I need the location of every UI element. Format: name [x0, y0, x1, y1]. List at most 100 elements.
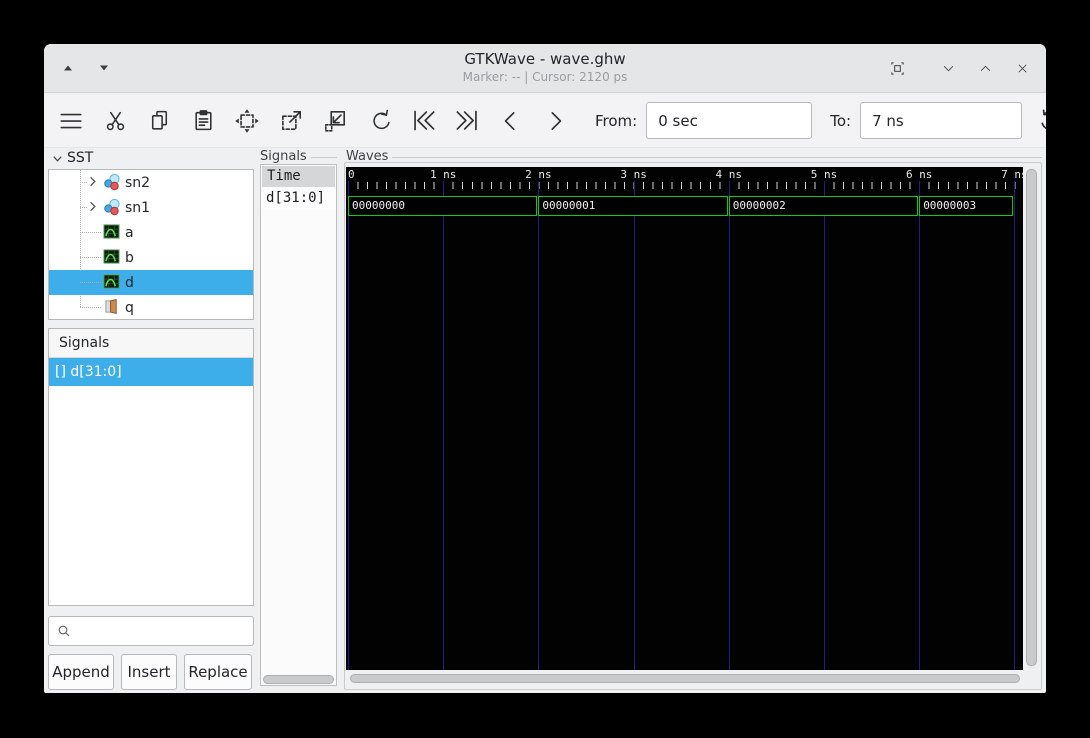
desktop: { "window": { "title": "GTKWave - wave.g…: [0, 0, 1090, 738]
copy-button[interactable]: [137, 100, 181, 142]
timescale-label: 2 ns: [525, 168, 552, 181]
waves-vscrollbar-thumb[interactable]: [1026, 169, 1037, 666]
signals-panel-hscrollbar[interactable]: [263, 675, 334, 684]
timescale-label: 5 ns: [810, 168, 838, 181]
waves-vscrollbar: [1026, 168, 1037, 669]
wave-value-segment: 00000000: [348, 196, 538, 216]
tree-item-sn2[interactable]: sn2: [49, 170, 253, 195]
insert-button[interactable]: Insert: [121, 654, 177, 690]
chevron-right-icon[interactable]: [86, 175, 100, 189]
from-label: From:: [595, 111, 638, 130]
to-input[interactable]: [860, 102, 1023, 139]
undo-button[interactable]: [357, 100, 401, 142]
timescale-gridline: [728, 181, 730, 670]
tree-guide-stub: [80, 307, 101, 308]
step-right-icon: [542, 108, 568, 134]
tree-item-q[interactable]: q: [49, 295, 253, 319]
timescale-gridline: [824, 181, 825, 670]
skip-to-start-button[interactable]: [401, 100, 445, 142]
cut-button[interactable]: [93, 100, 137, 142]
chevron-down-icon: [941, 61, 956, 76]
fit-icon: [889, 60, 906, 77]
signals-list-item[interactable]: [] d[31:0]: [49, 358, 253, 386]
fit-window-button[interactable]: [887, 58, 907, 78]
from-input[interactable]: [646, 102, 813, 139]
gtkwave-window: GTKWave - wave.ghw Marker: -- | Cursor: …: [44, 44, 1046, 693]
search-icon: [56, 623, 72, 639]
zoom-fit-icon: [234, 108, 260, 134]
step-left-icon: [498, 108, 524, 134]
tree-item-label: sn1: [125, 199, 151, 216]
to-label: To:: [830, 111, 852, 130]
wave-value-segment: 00000003: [919, 196, 1014, 216]
timescale-gridline: [1014, 181, 1016, 670]
reload-button[interactable]: [1037, 101, 1046, 141]
zoom-fit-button[interactable]: [225, 100, 269, 142]
tree-item-b[interactable]: b: [49, 245, 253, 270]
zoom-out-button[interactable]: [313, 100, 357, 142]
tree-item-sn1[interactable]: sn1: [49, 195, 253, 220]
append-button[interactable]: Append: [48, 654, 114, 690]
signal-icon: [103, 223, 121, 241]
minimize-button[interactable]: [938, 58, 958, 78]
timescale-label: 4 ns: [715, 168, 743, 181]
timescale-label: 1 ns: [429, 168, 457, 181]
tree-item-label: b: [125, 249, 134, 266]
signal-name-row[interactable]: d[31:0]: [261, 188, 336, 209]
signals-panel-legend-label: Signals: [260, 149, 307, 164]
step-left-button[interactable]: [489, 100, 533, 142]
tree-item-d[interactable]: d: [49, 270, 253, 295]
tree-item-label: d: [125, 274, 134, 291]
close-button[interactable]: [1012, 58, 1032, 78]
cut-icon: [103, 108, 128, 133]
tree-guide-stub: [80, 282, 101, 283]
tree-item-label: a: [125, 224, 134, 241]
skip-to-start-icon: [410, 107, 437, 134]
timescale-label: 3 ns: [620, 168, 647, 181]
toolbar: From: To:: [44, 94, 1046, 148]
zoom-out-icon: [322, 108, 348, 134]
signal-icon: [103, 273, 121, 291]
search-input[interactable]: [48, 616, 254, 646]
tree-item-label: sn2: [125, 174, 151, 191]
tree-item-a[interactable]: a: [49, 220, 253, 245]
titlebar: GTKWave - wave.ghw Marker: -- | Cursor: …: [44, 44, 1046, 93]
paste-icon: [191, 108, 216, 133]
skip-to-end-icon: [454, 107, 481, 134]
zoom-in-button[interactable]: [269, 100, 313, 142]
chevron-right-icon[interactable]: [86, 200, 100, 214]
action-buttons: Append Insert Replace: [48, 654, 252, 690]
waves-hscrollbar[interactable]: [350, 674, 1020, 683]
chevron-down-icon: [51, 152, 64, 165]
tree-item-label: q: [125, 299, 134, 316]
timescale-gridline: [348, 181, 349, 670]
tree-guide-stub: [80, 232, 101, 233]
skip-to-end-button[interactable]: [445, 100, 489, 142]
step-right-button[interactable]: [533, 100, 577, 142]
timescale-label: 7 ns: [1001, 168, 1023, 181]
tree-guide-stub: [80, 257, 101, 258]
module-icon: [103, 198, 121, 216]
module-icon: [103, 173, 121, 191]
timescale-label: 0: [348, 168, 355, 181]
timescale-gridline: [538, 181, 540, 670]
maximize-button[interactable]: [975, 58, 995, 78]
time-row[interactable]: Time: [262, 166, 335, 187]
paste-button[interactable]: [181, 100, 225, 142]
sst-tree: sn2 sn1 a b d q: [48, 169, 254, 320]
signals-list-header: Signals: [49, 329, 253, 358]
undo-icon: [367, 108, 392, 133]
timescale-gridline: [443, 181, 445, 670]
close-icon: [1015, 61, 1030, 76]
wave-value-segment: 00000002: [728, 196, 919, 216]
wave-canvas[interactable]: 01 ns2 ns3 ns4 ns5 ns6 ns7 ns00000000000…: [346, 167, 1023, 670]
sst-header[interactable]: SST: [51, 150, 93, 166]
signals-list: Signals [] d[31:0]: [48, 328, 254, 606]
timescale-gridline: [633, 181, 635, 670]
signal-icon: [103, 248, 121, 266]
chevron-up-icon: [978, 61, 993, 76]
timescale-ticks: [348, 182, 1023, 189]
replace-button[interactable]: Replace: [184, 654, 252, 690]
menu-button[interactable]: [49, 100, 93, 142]
signals-panel-legend: Signals: [260, 149, 337, 164]
